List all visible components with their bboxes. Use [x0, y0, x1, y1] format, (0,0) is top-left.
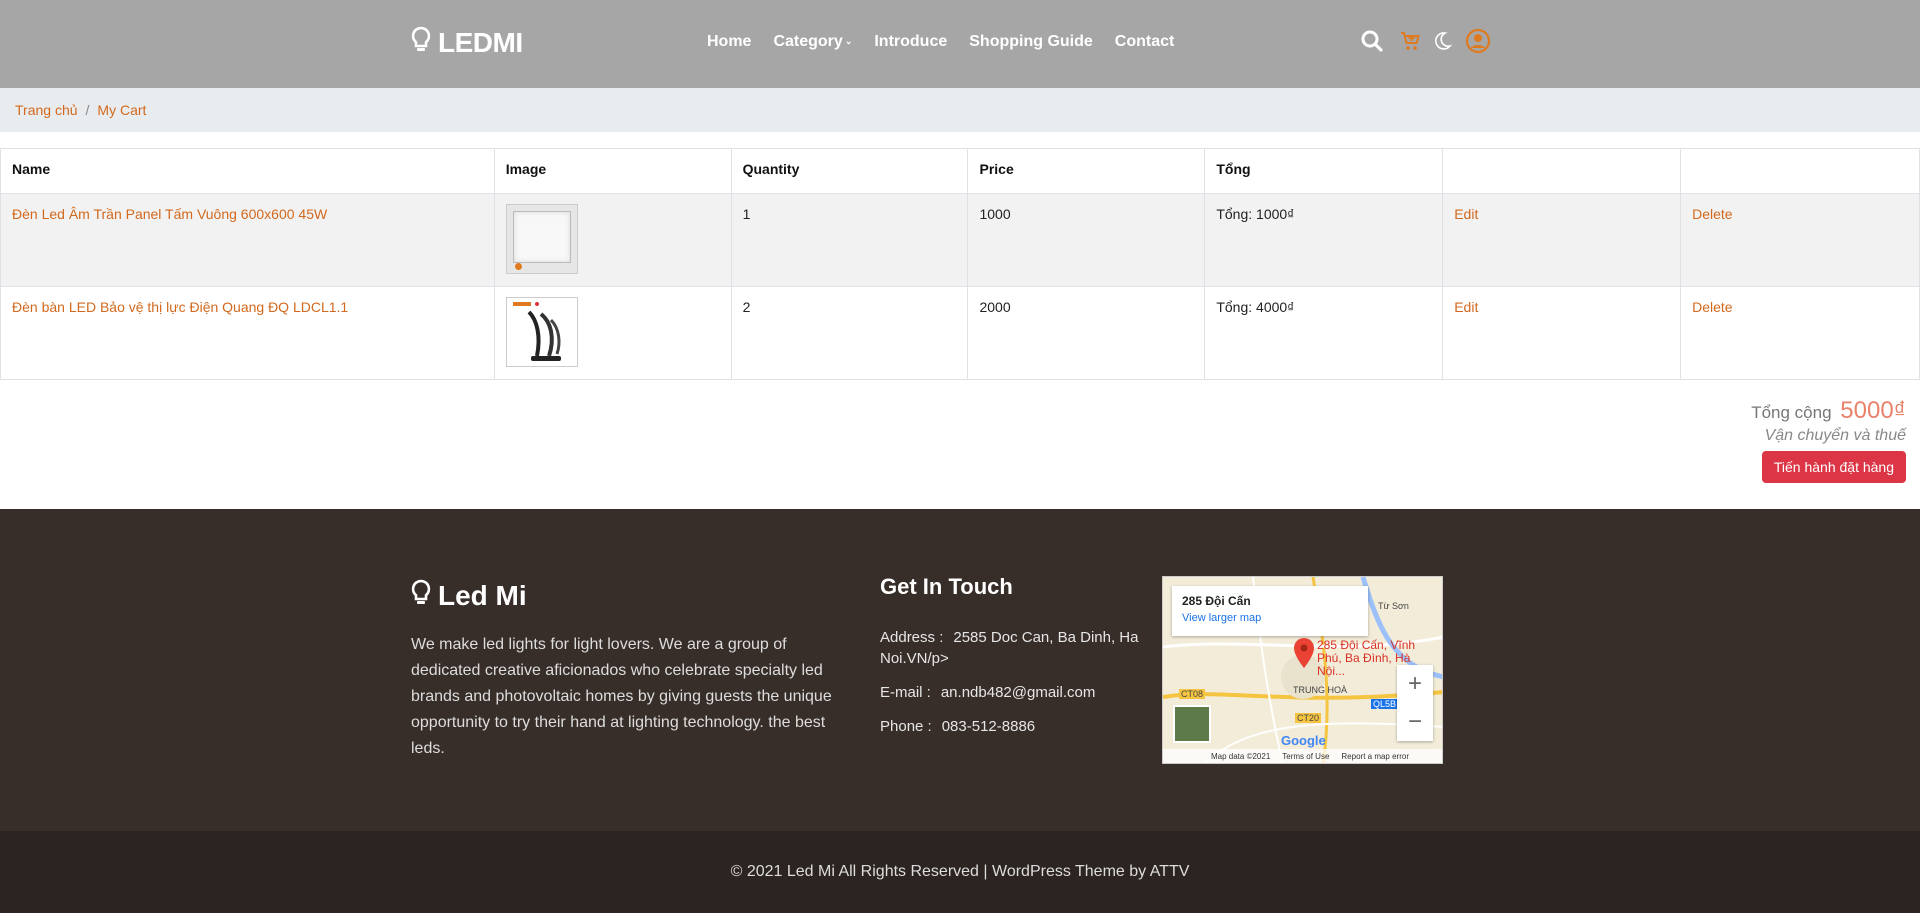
map-label-tu-son: Từ Sơn: [1378, 601, 1409, 611]
zoom-in-button[interactable]: +: [1397, 665, 1433, 703]
col-header-price: Price: [967, 148, 1206, 194]
col-header-image: Image: [493, 148, 732, 194]
grand-total-value: 5000₫: [1840, 397, 1906, 424]
breadcrumb-separator: /: [85, 102, 90, 118]
moon-icon[interactable]: [1428, 27, 1456, 55]
checkout-button[interactable]: Tiến hành đặt hàng: [1761, 451, 1906, 483]
col-header-total: Tổng: [1204, 148, 1444, 194]
nav-category-label: Category: [773, 33, 843, 50]
cell-edit: Edit: [1442, 286, 1682, 380]
lightbulb-icon: [410, 579, 432, 612]
cell-total: Tổng: 4000₫: [1204, 286, 1444, 380]
cell-image: [493, 193, 732, 287]
email-value: an.ndb482@gmail.com: [940, 684, 1096, 701]
footer-description: We make led lights for light lovers. We …: [411, 636, 832, 757]
site-footer: Led Mi We make led lights for light love…: [0, 509, 1920, 831]
cart-summary: Tổng cộng 5000₫ Vận chuyển và thuế Tiến …: [1751, 397, 1906, 483]
nav-introduce[interactable]: Introduce: [874, 33, 947, 51]
cell-quantity: 1: [730, 193, 969, 287]
col-header-delete: [1680, 148, 1920, 194]
cell-name: Đèn bàn LED Bảo vệ thị lực Điện Quang ĐQ…: [0, 286, 495, 380]
logo[interactable]: LEDMI: [410, 26, 523, 59]
cart-table: Name Image Quantity Price Tổng Đèn Led Â…: [0, 148, 1920, 380]
delete-button[interactable]: Delete: [1692, 299, 1732, 315]
col-header-quantity: Quantity: [730, 148, 969, 194]
map-label-trung-hoa: TRUNG HOÀ: [1293, 685, 1347, 695]
col-header-name: Name: [0, 148, 495, 194]
breadcrumb: Trang chủ / My Cart: [0, 88, 1920, 132]
product-image[interactable]: [505, 204, 578, 274]
phone-label: Phone :: [880, 718, 932, 735]
map-data-text: Map data ©2021: [1211, 751, 1271, 761]
footer-brand-text: Led Mi: [438, 579, 527, 611]
embedded-map[interactable]: Từ Sơn TRUNG HOÀ CT08 CT20 QL5B 285 Đội …: [1162, 576, 1443, 764]
cart-icon[interactable]: [1396, 27, 1424, 55]
cell-image: [493, 286, 732, 380]
phone-value: 083-512-8886: [941, 718, 1036, 735]
map-label-ql5b: QL5B: [1371, 699, 1399, 709]
edit-button[interactable]: Edit: [1454, 206, 1478, 222]
cell-quantity: 2: [730, 286, 969, 380]
site-header: LEDMI Home Category ⌄ Introduce Shopping …: [0, 0, 1920, 88]
table-row: Đèn Led Âm Trần Panel Tấm Vuông 600x600 …: [0, 193, 1920, 287]
nav-home[interactable]: Home: [707, 33, 751, 51]
table-header-row: Name Image Quantity Price Tổng: [0, 148, 1920, 194]
cell-edit: Edit: [1442, 193, 1682, 287]
email-label: E-mail :: [880, 684, 931, 701]
delete-button[interactable]: Delete: [1692, 206, 1732, 222]
terms-link[interactable]: Terms of Use: [1282, 752, 1329, 761]
copyright-text: © 2021 Led Mi All Rights Reserved | Word…: [730, 863, 1190, 880]
nav-contact[interactable]: Contact: [1115, 33, 1175, 51]
report-error-link[interactable]: Report a map error: [1341, 752, 1409, 761]
footer-brand[interactable]: Led Mi: [410, 579, 527, 612]
contact-phone: Phone : 083-512-8886: [880, 716, 1140, 737]
nav-category[interactable]: Category ⌄: [773, 33, 852, 51]
breadcrumb-current: My Cart: [97, 102, 147, 118]
map-label-ct20: CT20: [1295, 713, 1322, 723]
main-nav: Home Category ⌄ Introduce Shopping Guide …: [707, 33, 1196, 51]
grand-total-line: Tổng cộng 5000₫: [1751, 397, 1906, 425]
map-place-name: 285 Đội Cấn: [1182, 594, 1251, 608]
cell-total: Tổng: 1000₫: [1204, 193, 1444, 287]
cell-price: 2000: [967, 286, 1206, 380]
lightbulb-icon: [410, 26, 432, 59]
product-link[interactable]: Đèn Led Âm Trần Panel Tấm Vuông 600x600 …: [12, 206, 327, 222]
map-pin-icon[interactable]: [1293, 637, 1315, 674]
cell-name: Đèn Led Âm Trần Panel Tấm Vuông 600x600 …: [0, 193, 495, 287]
table-row: Đèn bàn LED Bảo vệ thị lực Điện Quang ĐQ…: [0, 286, 1920, 380]
product-image-accent: [514, 263, 522, 270]
cell-price: 1000: [967, 193, 1206, 287]
tax-note: Vận chuyển và thuế: [1764, 427, 1906, 444]
desk-lamp-shape: [512, 302, 561, 361]
chevron-down-icon: ⌄: [844, 36, 853, 46]
product-link[interactable]: Đèn bàn LED Bảo vệ thị lực Điện Quang ĐQ…: [12, 299, 348, 315]
nav-shopping-guide[interactable]: Shopping Guide: [969, 33, 1093, 51]
breadcrumb-home[interactable]: Trang chủ: [15, 102, 78, 118]
copyright-bar: © 2021 Led Mi All Rights Reserved | Word…: [0, 831, 1920, 913]
header-icons: [1358, 27, 1492, 55]
map-label-ct08: CT08: [1179, 689, 1206, 699]
address-label: Address :: [880, 629, 944, 646]
cell-delete: Delete: [1680, 193, 1920, 287]
map-zoom-controls: + −: [1397, 665, 1433, 741]
google-logo: Google: [1281, 733, 1326, 748]
search-icon[interactable]: [1358, 27, 1386, 55]
map-place-card: 285 Đội Cấn View larger map: [1172, 586, 1368, 636]
logo-text: LEDMI: [438, 26, 523, 58]
col-header-edit: [1442, 148, 1682, 194]
edit-button[interactable]: Edit: [1454, 299, 1478, 315]
contact-address: Address :2585 Doc Can, Ba Dinh, Ha Noi.V…: [880, 627, 1140, 669]
panel-light-shape: [512, 211, 571, 263]
view-larger-map-link[interactable]: View larger map: [1182, 612, 1358, 624]
cell-delete: Delete: [1680, 286, 1920, 380]
contact-heading: Get In Touch: [880, 574, 1013, 599]
product-image[interactable]: [505, 297, 578, 367]
grand-total-label: Tổng cộng: [1751, 403, 1832, 422]
user-icon[interactable]: [1464, 27, 1492, 55]
contact-info: Address :2585 Doc Can, Ba Dinh, Ha Noi.V…: [880, 627, 1140, 750]
contact-email: E-mail : an.ndb482@gmail.com: [880, 682, 1140, 703]
zoom-out-button[interactable]: −: [1397, 703, 1433, 741]
satellite-toggle[interactable]: [1173, 705, 1211, 743]
map-attribution: Map data ©2021 Terms of Use Report a map…: [1163, 749, 1442, 763]
